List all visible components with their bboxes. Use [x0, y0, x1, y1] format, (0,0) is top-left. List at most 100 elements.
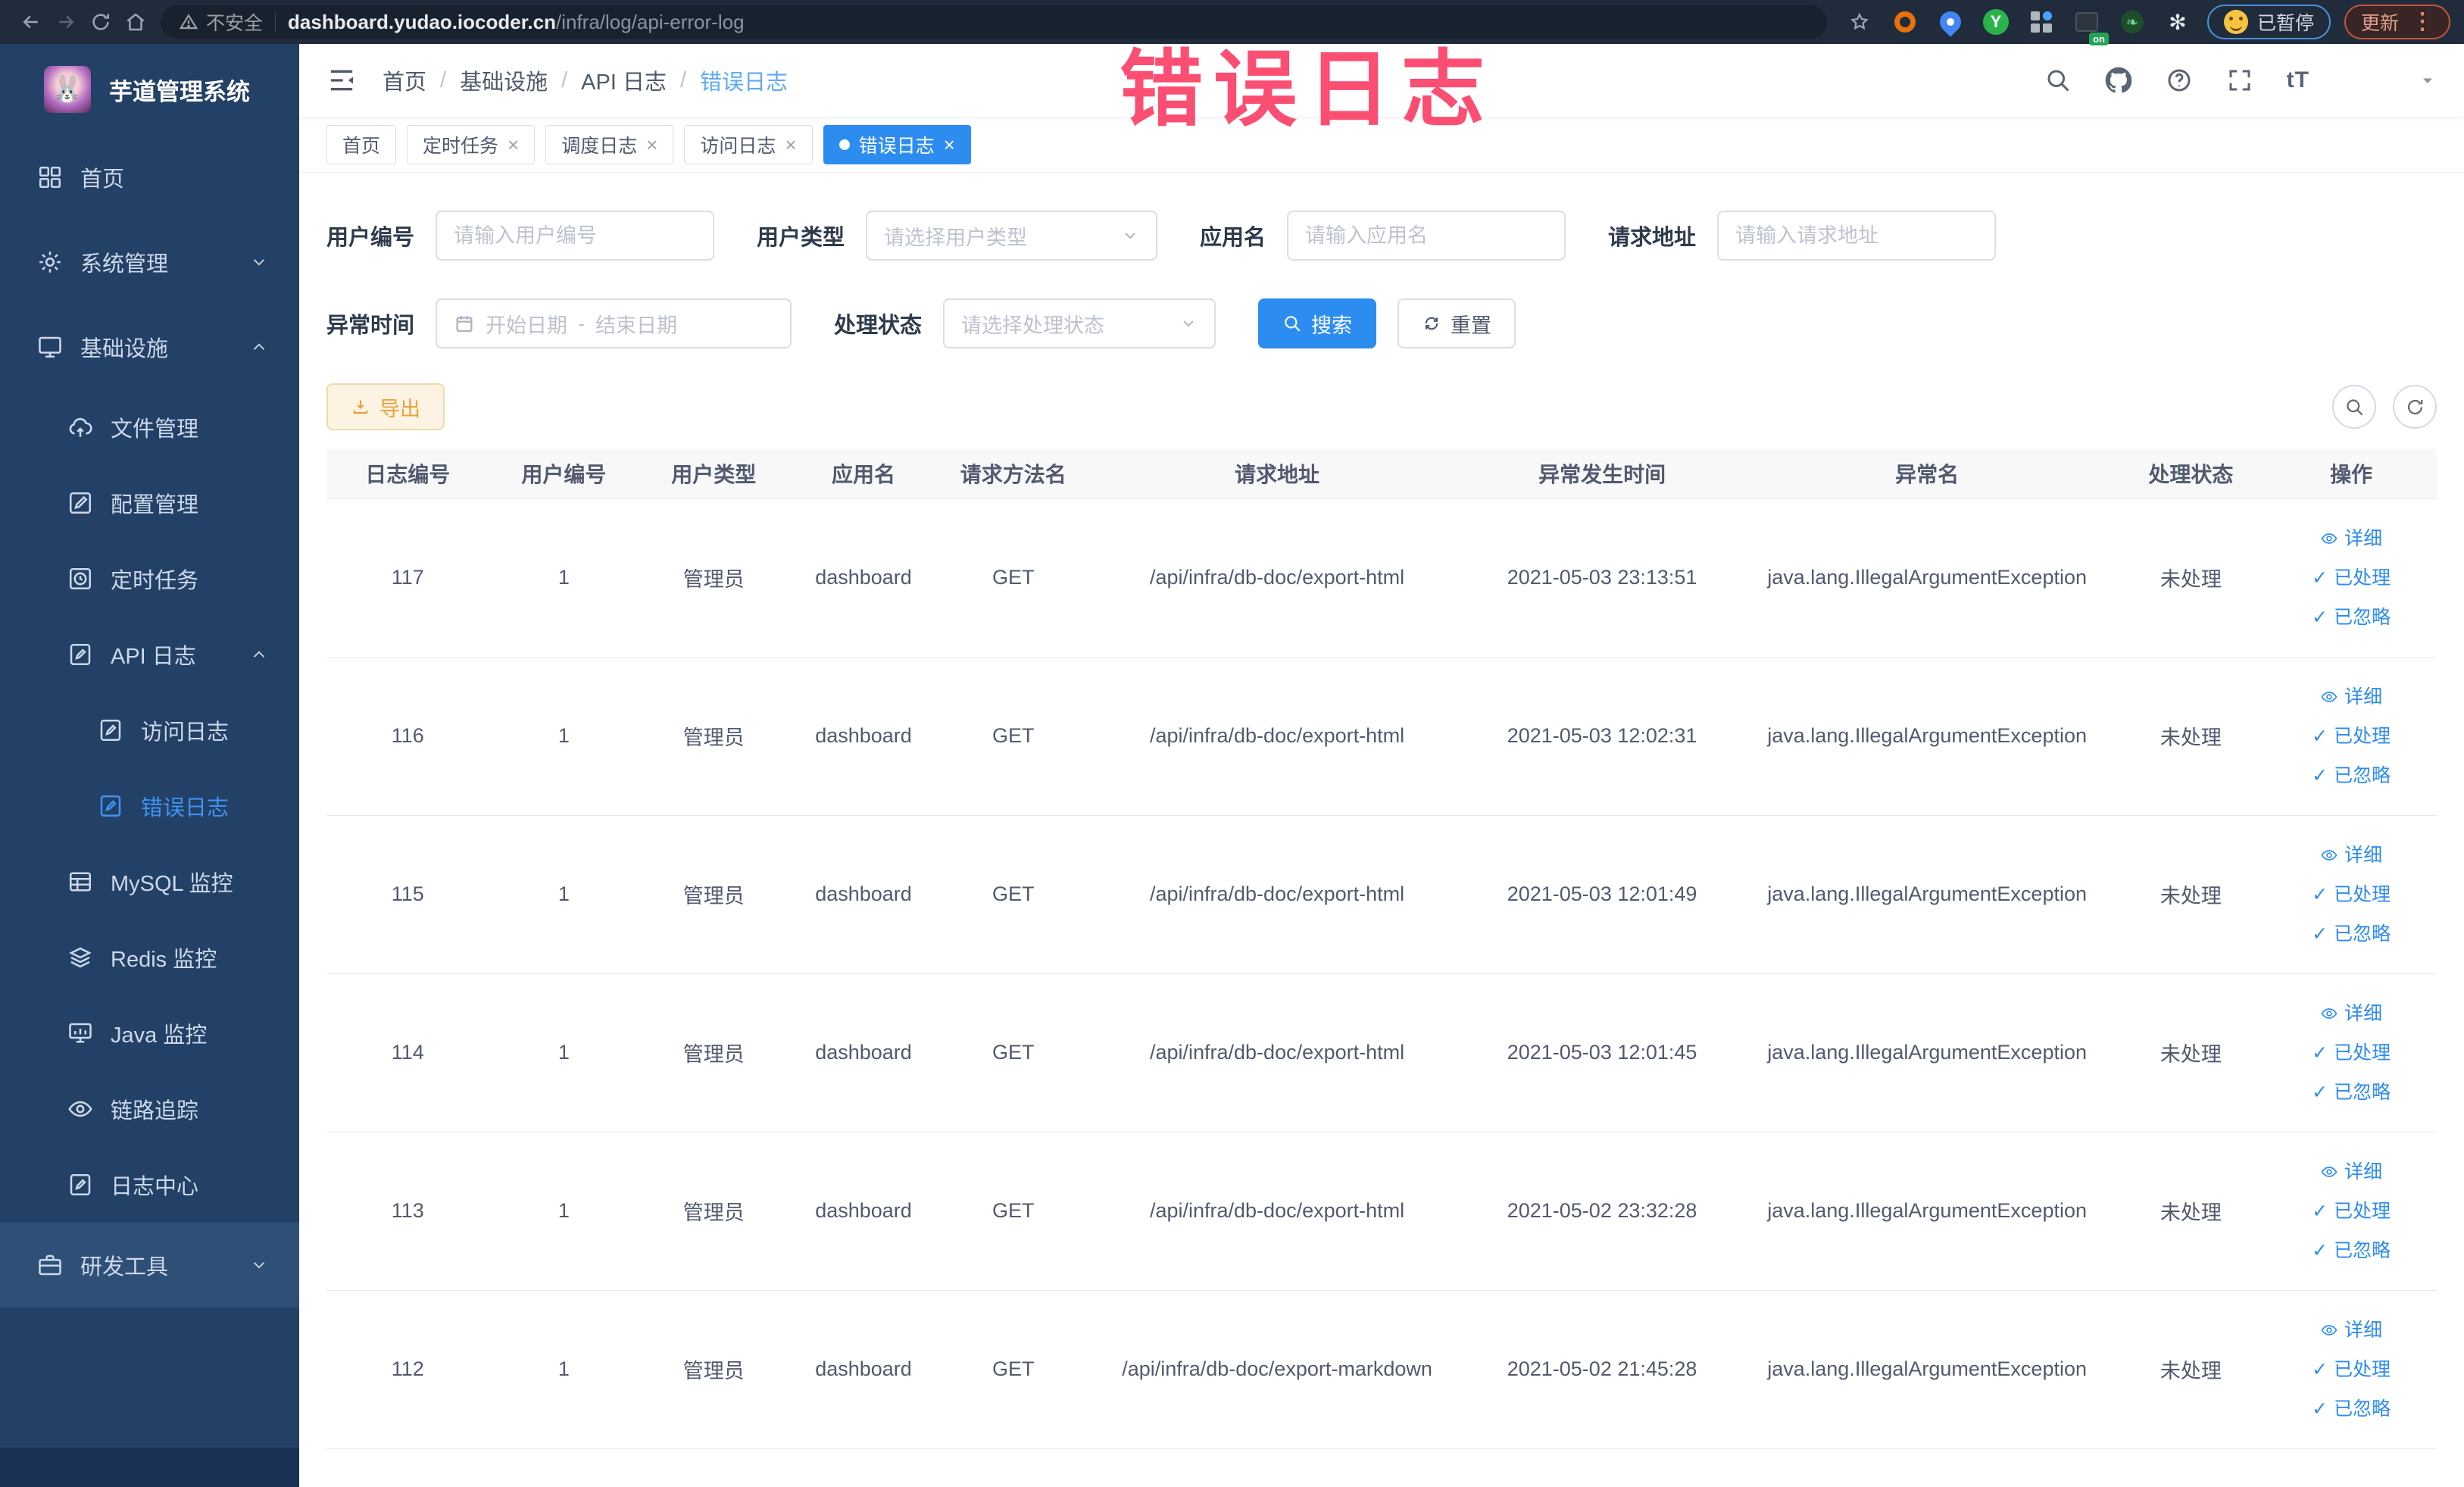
tab-close-icon[interactable]: ×: [785, 135, 796, 155]
detail-eye-icon: [2320, 530, 2338, 548]
detail-link[interactable]: 详细: [2320, 1153, 2382, 1191]
ignored-link[interactable]: ✓ 已忽略: [2312, 1232, 2391, 1270]
extension-grid-icon[interactable]: [2025, 6, 2057, 38]
sidebar-item-access-log[interactable]: 访问日志: [0, 692, 299, 768]
sidebar-item-infra[interactable]: 基础设施: [0, 305, 299, 389]
toggle-search-icon-button[interactable]: [2332, 385, 2376, 429]
processed-link[interactable]: ✓ 已处理: [2312, 1034, 2391, 1072]
reload-icon[interactable]: [83, 5, 118, 39]
bookmark-star-icon[interactable]: [1844, 6, 1875, 38]
chrome-update-button[interactable]: 更新 ⋮: [2344, 5, 2450, 39]
sidebar-item-tracer[interactable]: 链路追踪: [0, 1071, 299, 1147]
processed-link[interactable]: ✓ 已处理: [2312, 1351, 2391, 1389]
process-status-select[interactable]: 请选择处理状态: [943, 298, 1216, 348]
sidebar-item-mysql[interactable]: MySQL 监控: [0, 844, 299, 920]
processed-link[interactable]: ✓ 已处理: [2312, 717, 2391, 755]
column-header: 用户编号: [489, 448, 639, 499]
cell-method: GET: [938, 1290, 1088, 1449]
tab-错误日志[interactable]: 错误日志 ×: [823, 125, 971, 164]
column-header: 请求方法名: [938, 448, 1088, 499]
tab-close-icon[interactable]: ×: [646, 135, 657, 155]
sidebar-item-file[interactable]: 文件管理: [0, 389, 299, 465]
profile-paused-pill[interactable]: 已暂停: [2206, 5, 2331, 39]
cell-user_type: 管理员: [639, 498, 789, 658]
tab-定时任务[interactable]: 定时任务 ×: [407, 125, 536, 164]
fullscreen-icon[interactable]: [2226, 67, 2253, 94]
tab-调度日志[interactable]: 调度日志 ×: [545, 125, 674, 164]
sidebar-item-log-center[interactable]: 日志中心: [0, 1147, 299, 1223]
back-icon[interactable]: [14, 5, 48, 39]
extension-paw-icon[interactable]: ✻: [2162, 6, 2194, 38]
avatar-caret-down-icon[interactable]: [2419, 71, 2437, 89]
processed-link[interactable]: ✓ 已处理: [2312, 876, 2391, 914]
user-avatar[interactable]: [2343, 56, 2385, 105]
extension-leaf-icon[interactable]: ❧: [2116, 6, 2148, 38]
processed-link[interactable]: ✓ 已处理: [2312, 1192, 2391, 1230]
sidebar-item-api-log[interactable]: API 日志: [0, 617, 299, 692]
ignored-link[interactable]: ✓ 已忽略: [2312, 1073, 2391, 1111]
search-icon[interactable]: [2044, 67, 2072, 94]
column-header: 处理状态: [2116, 448, 2266, 499]
url-path[interactable]: /infra/log/api-error-log: [556, 11, 745, 34]
cell-actions: 详细 ✓ 已处理 ✓ 已忽略: [2266, 815, 2437, 974]
home-button-icon[interactable]: [118, 5, 153, 39]
url-host[interactable]: dashboard.yudao.iocoder.cn: [288, 11, 556, 34]
sidebar-item-java[interactable]: Java 监控: [0, 995, 299, 1071]
sidebar-collapse-icon[interactable]: [326, 65, 357, 95]
tab-访问日志[interactable]: 访问日志 ×: [684, 125, 813, 164]
cell-id: 113: [326, 1132, 489, 1291]
column-header: 用户类型: [639, 448, 789, 499]
security-warning-icon: [179, 12, 198, 32]
extension-blue-pin-icon[interactable]: [1935, 6, 1966, 38]
detail-link[interactable]: 详细: [2320, 1311, 2382, 1349]
sidebar-item-config[interactable]: 配置管理: [0, 465, 299, 541]
user-id-input[interactable]: [454, 223, 697, 248]
filter-process-status: 处理状态 请选择处理状态: [834, 298, 1216, 348]
detail-link[interactable]: 详细: [2320, 678, 2382, 716]
request-url-input[interactable]: [1735, 223, 1978, 248]
ignored-link[interactable]: ✓ 已忽略: [2312, 915, 2391, 953]
processed-link[interactable]: ✓ 已处理: [2312, 559, 2391, 597]
sidebar-item-redis[interactable]: Redis 监控: [0, 920, 299, 995]
user-type-select[interactable]: 请选择用户类型: [866, 211, 1158, 261]
search-button[interactable]: 搜索: [1258, 298, 1377, 348]
tab-close-icon[interactable]: ×: [944, 135, 955, 155]
sidebar-item-dev-tools[interactable]: 研发工具: [0, 1223, 299, 1307]
breadcrumb-home[interactable]: 首页: [383, 64, 426, 96]
refresh-table-icon-button[interactable]: [2393, 385, 2437, 429]
ignored-link[interactable]: ✓ 已忽略: [2312, 598, 2391, 636]
app-window: 🐰 芋道管理系统 首页 系统管理 基础设施 文件管理 配置管理 定时任务 API 日志 访问日…: [0, 44, 2464, 1487]
tab-首页[interactable]: 首页: [326, 125, 397, 164]
sidebar-item-label: 系统管理: [80, 252, 169, 276]
sidebar-item-home[interactable]: 首页: [0, 135, 299, 220]
extension-on-badge-icon[interactable]: on: [2071, 6, 2109, 45]
address-bar[interactable]: 不安全 dashboard.yudao.iocoder.cn /infra/lo…: [161, 5, 1827, 39]
sidebar-item-label: 定时任务: [111, 569, 199, 593]
github-icon[interactable]: [2105, 67, 2132, 94]
detail-link[interactable]: 详细: [2320, 520, 2382, 558]
security-label[interactable]: 不安全: [206, 8, 263, 36]
help-icon[interactable]: [2166, 67, 2193, 94]
sidebar-item-job[interactable]: 定时任务: [0, 541, 299, 617]
extension-green-y-icon[interactable]: Y: [1980, 6, 2012, 38]
ignored-link[interactable]: ✓ 已忽略: [2312, 1390, 2391, 1428]
app-name-input[interactable]: [1305, 223, 1548, 248]
app-logo-row[interactable]: 🐰 芋道管理系统: [0, 44, 299, 135]
filter-request-url: 请求地址: [1608, 211, 1997, 261]
breadcrumb-infra[interactable]: 基础设施: [460, 64, 548, 96]
ignored-link[interactable]: ✓ 已忽略: [2312, 757, 2391, 795]
exception-time-range-input[interactable]: 开始日期 - 结束日期: [436, 298, 792, 348]
tab-close-icon[interactable]: ×: [507, 135, 519, 155]
export-button[interactable]: 导出: [326, 383, 445, 430]
font-size-icon[interactable]: tT: [2287, 67, 2309, 93]
cell-exception: java.lang.IllegalArgumentException: [1738, 498, 2116, 658]
sidebar-item-system[interactable]: 系统管理: [0, 220, 299, 305]
reset-button[interactable]: 重置: [1398, 298, 1516, 348]
browser-menu-icon[interactable]: ⋮: [2408, 11, 2434, 33]
breadcrumb-api-log[interactable]: API 日志: [581, 64, 667, 96]
detail-link[interactable]: 详细: [2320, 836, 2382, 874]
detail-link[interactable]: 详细: [2320, 995, 2382, 1032]
forward-icon[interactable]: [48, 5, 83, 39]
sidebar-item-error-log[interactable]: 错误日志: [0, 768, 299, 844]
extension-orange-ring-icon[interactable]: [1889, 6, 1921, 38]
